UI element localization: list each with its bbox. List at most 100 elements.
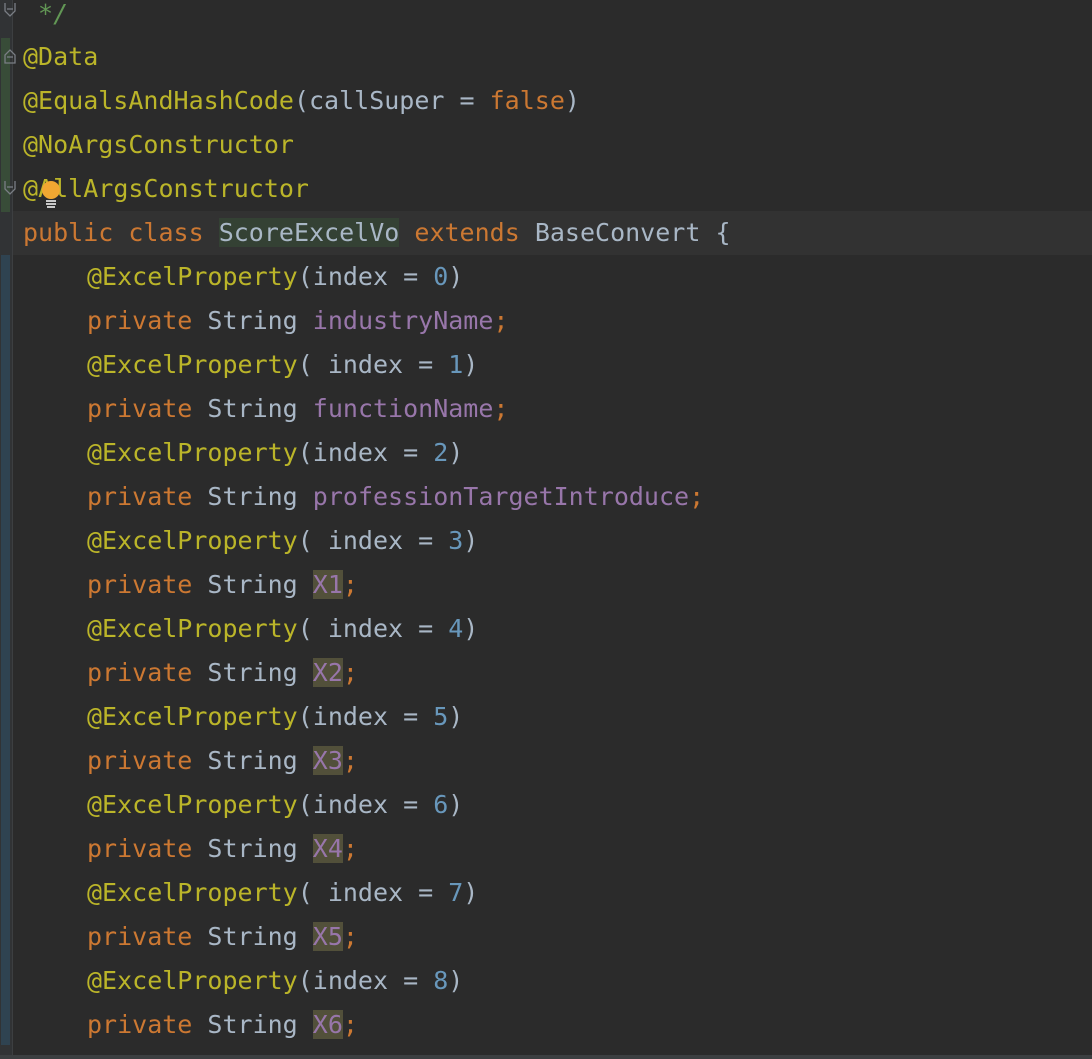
index-number: 6 <box>433 790 449 819</box>
annotation-args: ( index = <box>297 614 449 643</box>
code-line: @NoArgsConstructor <box>23 123 294 167</box>
semicolon: ; <box>342 658 358 687</box>
keyword-private: private <box>87 746 193 775</box>
code-line: @AllArgsConstructor <box>23 167 309 211</box>
class-name[interactable]: ScoreExcelVo <box>218 218 400 247</box>
keyword-private: private <box>87 834 193 863</box>
index-number: 5 <box>433 702 449 731</box>
code-line: private String X5; <box>87 915 358 959</box>
keyword-private: private <box>87 922 193 951</box>
keyword-extends: extends <box>414 218 520 247</box>
close-paren: ) <box>463 878 479 907</box>
annotation-args: ( index = <box>297 526 449 555</box>
close-paren: ) <box>463 350 479 379</box>
semicolon: ; <box>342 1010 358 1039</box>
type-name: String <box>207 570 298 599</box>
index-number: 3 <box>448 526 464 555</box>
field-name[interactable]: professionTargetIntroduce <box>313 482 689 511</box>
code-line: private String X2; <box>87 651 358 695</box>
code-line: private String industryName; <box>87 299 508 343</box>
field-name[interactable]: functionName <box>313 394 494 423</box>
code-line: */ <box>23 0 68 36</box>
fold-end-icon[interactable] <box>3 2 17 18</box>
type-name: String <box>207 306 298 335</box>
code-editor[interactable]: */ @Data @EqualsAndHashCode(callSuper = … <box>0 0 1092 1059</box>
index-number: 8 <box>433 966 449 995</box>
semicolon: ; <box>689 482 705 511</box>
type-name: String <box>207 746 298 775</box>
keyword-private: private <box>87 482 193 511</box>
close-paren: ) <box>448 966 464 995</box>
field-name-highlighted[interactable]: X1 <box>312 570 343 599</box>
semicolon: ; <box>342 746 358 775</box>
field-name-highlighted[interactable]: X5 <box>312 922 343 951</box>
code-line: private String professionTargetIntroduce… <box>87 475 704 519</box>
field-name-highlighted[interactable]: X3 <box>312 746 343 775</box>
annotation-excel-property: @ExcelProperty <box>87 526 298 555</box>
type-name: String <box>207 394 298 423</box>
field-name-highlighted[interactable]: X2 <box>312 658 343 687</box>
code-line: private String X6; <box>87 1003 358 1047</box>
annotation-excel-property: @ExcelProperty <box>87 966 298 995</box>
keyword-class: class <box>128 218 204 247</box>
annotation-args: (index = <box>297 438 434 467</box>
annotation-args: (index = <box>297 790 434 819</box>
code-line: private String X4; <box>87 827 358 871</box>
type-name: String <box>207 922 298 951</box>
annotation-args: ( index = <box>297 878 449 907</box>
type-name: String <box>207 834 298 863</box>
annotation-excel-property: @ExcelProperty <box>87 790 298 819</box>
semicolon: ; <box>342 570 358 599</box>
annotation-args: (callSuper = <box>293 86 490 115</box>
annotation-excel-property: @ExcelProperty <box>87 614 298 643</box>
open-brace: { <box>715 218 731 247</box>
vcs-modified-marker[interactable] <box>1 255 10 1045</box>
close-paren: ) <box>564 86 580 115</box>
index-number: 1 <box>448 350 464 379</box>
code-line: @ExcelProperty(index = 2) <box>87 431 463 475</box>
boolean-literal: false <box>489 86 565 115</box>
semicolon: ; <box>493 306 509 335</box>
annotation-args: (index = <box>297 702 434 731</box>
field-name-highlighted[interactable]: X4 <box>312 834 343 863</box>
fold-end-icon[interactable] <box>3 180 17 196</box>
code-line: @ExcelProperty(index = 5) <box>87 695 463 739</box>
code-line: @ExcelProperty( index = 3) <box>87 519 478 563</box>
code-line: @Data <box>23 35 98 79</box>
keyword-private: private <box>87 658 193 687</box>
code-line: @ExcelProperty(index = 0) <box>87 255 463 299</box>
class-declaration-line: public class ScoreExcelVo extends BaseCo… <box>13 211 1092 255</box>
code-line: @ExcelProperty(index = 8) <box>87 959 463 1003</box>
field-name-highlighted[interactable]: X6 <box>312 1010 343 1039</box>
close-paren: ) <box>448 438 464 467</box>
type-name: String <box>207 482 298 511</box>
keyword-private: private <box>87 570 193 599</box>
keyword-public: public <box>23 218 114 247</box>
type-name: String <box>207 658 298 687</box>
annotation-excel-property: @ExcelProperty <box>87 878 298 907</box>
code-line: @EqualsAndHashCode(callSuper = false) <box>23 79 580 123</box>
annotation-excel-property: @ExcelProperty <box>87 262 298 291</box>
fold-start-icon[interactable] <box>3 48 17 64</box>
code-line: private String X3; <box>87 739 358 783</box>
annotation-data: @Data <box>23 42 99 71</box>
parent-class-name[interactable]: BaseConvert <box>535 218 701 247</box>
gutter-divider <box>12 0 13 1059</box>
annotation-args: (index = <box>297 262 434 291</box>
index-number: 2 <box>433 438 449 467</box>
close-paren: ) <box>448 262 464 291</box>
code-line: @ExcelProperty( index = 4) <box>87 607 478 651</box>
keyword-private: private <box>87 394 193 423</box>
semicolon: ; <box>493 394 509 423</box>
field-name[interactable]: industryName <box>313 306 494 335</box>
close-paren: ) <box>463 614 479 643</box>
annotation-no-args: @NoArgsConstructor <box>23 130 294 159</box>
code-line: @ExcelProperty( index = 7) <box>87 871 478 915</box>
lightbulb-icon[interactable] <box>40 180 62 210</box>
annotation-all-args: AllArgsConstructor <box>38 174 309 203</box>
annotation-excel-property: @ExcelProperty <box>87 350 298 379</box>
editor-bottom-edge <box>0 1055 1092 1059</box>
code-line: @ExcelProperty(index = 6) <box>87 783 463 827</box>
semicolon: ; <box>342 922 358 951</box>
code-line: private String functionName; <box>87 387 508 431</box>
